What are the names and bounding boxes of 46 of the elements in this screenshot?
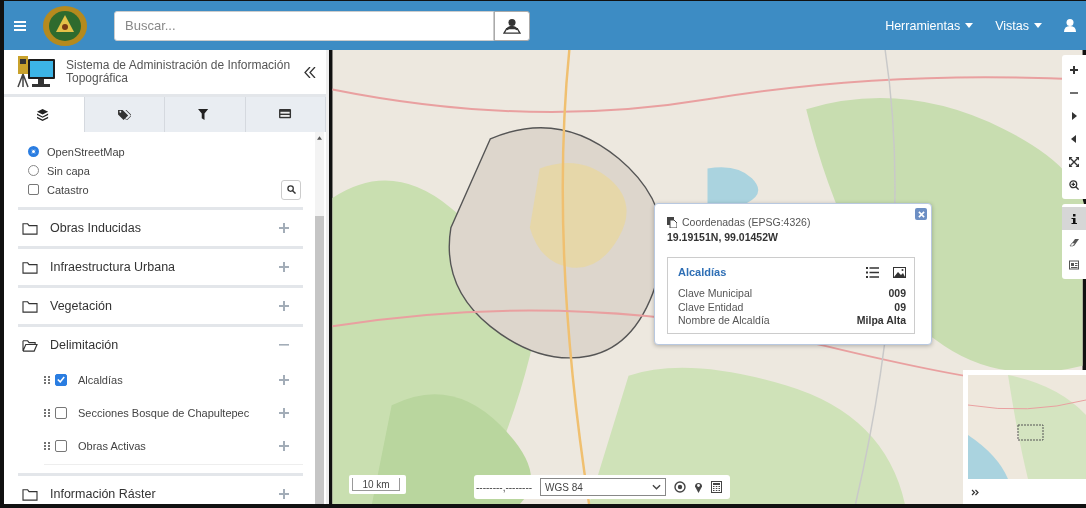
emblem-icon[interactable]: [42, 4, 88, 47]
user-icon[interactable]: [1064, 19, 1076, 32]
search-icon: [286, 185, 296, 194]
group-label[interactable]: Obras Inducidas: [50, 221, 267, 235]
folder-icon: [22, 260, 38, 274]
tags-icon: [117, 108, 131, 121]
panel-tab[interactable]: [4, 97, 85, 132]
open-folder-icon: [22, 338, 38, 352]
drag-handle-icon[interactable]: [44, 408, 50, 417]
caret-icon: [1034, 23, 1042, 28]
surveying-computer-icon: [16, 56, 56, 88]
group-label[interactable]: Información Ráster: [50, 487, 267, 501]
layer-label: Catastro: [47, 183, 90, 196]
layers-icon: [37, 108, 51, 121]
checkbox[interactable]: [55, 406, 67, 419]
checkbox[interactable]: [55, 373, 67, 386]
scroll-up-icon[interactable]: [317, 136, 322, 140]
check-icon: [57, 376, 65, 383]
layer-label: Secciones Bosque de Chapultepec: [78, 406, 251, 419]
group-label[interactable]: Delimitación: [50, 338, 267, 352]
scrollbar[interactable]: [315, 132, 324, 504]
group-label[interactable]: Vegetación: [50, 299, 267, 313]
search-field[interactable]: Buscar...: [114, 10, 494, 41]
layer-label: Obras Activas: [78, 439, 147, 452]
menu-button[interactable]: Herramientas: [885, 10, 974, 41]
menu-button[interactable]: Vistas: [995, 10, 1042, 41]
folder-icon: [22, 299, 38, 313]
layer-label: Sin capa: [47, 164, 91, 177]
app-title: Sistema de Administración de Información Topográfica: [66, 59, 292, 85]
folder-icon: [22, 487, 38, 501]
caret-icon: [965, 23, 974, 28]
drag-handle-icon[interactable]: [44, 375, 50, 384]
folder-icon: [22, 221, 38, 235]
checkbox[interactable]: [55, 439, 67, 452]
checkbox[interactable]: [28, 184, 39, 195]
group-label[interactable]: Infraestructura Urbana: [50, 260, 267, 274]
search-button[interactable]: [494, 10, 530, 41]
search-button[interactable]: [281, 179, 301, 200]
menu-icon[interactable]: [14, 20, 26, 31]
collapse-icon[interactable]: [304, 66, 316, 78]
drag-handle-icon[interactable]: [44, 441, 50, 450]
location-person-icon: [503, 17, 521, 34]
layer-label: OpenStreetMap: [47, 145, 126, 158]
radio-button[interactable]: [28, 146, 39, 157]
layer-label: Alcaldías: [78, 373, 124, 386]
table-icon: [278, 108, 292, 121]
